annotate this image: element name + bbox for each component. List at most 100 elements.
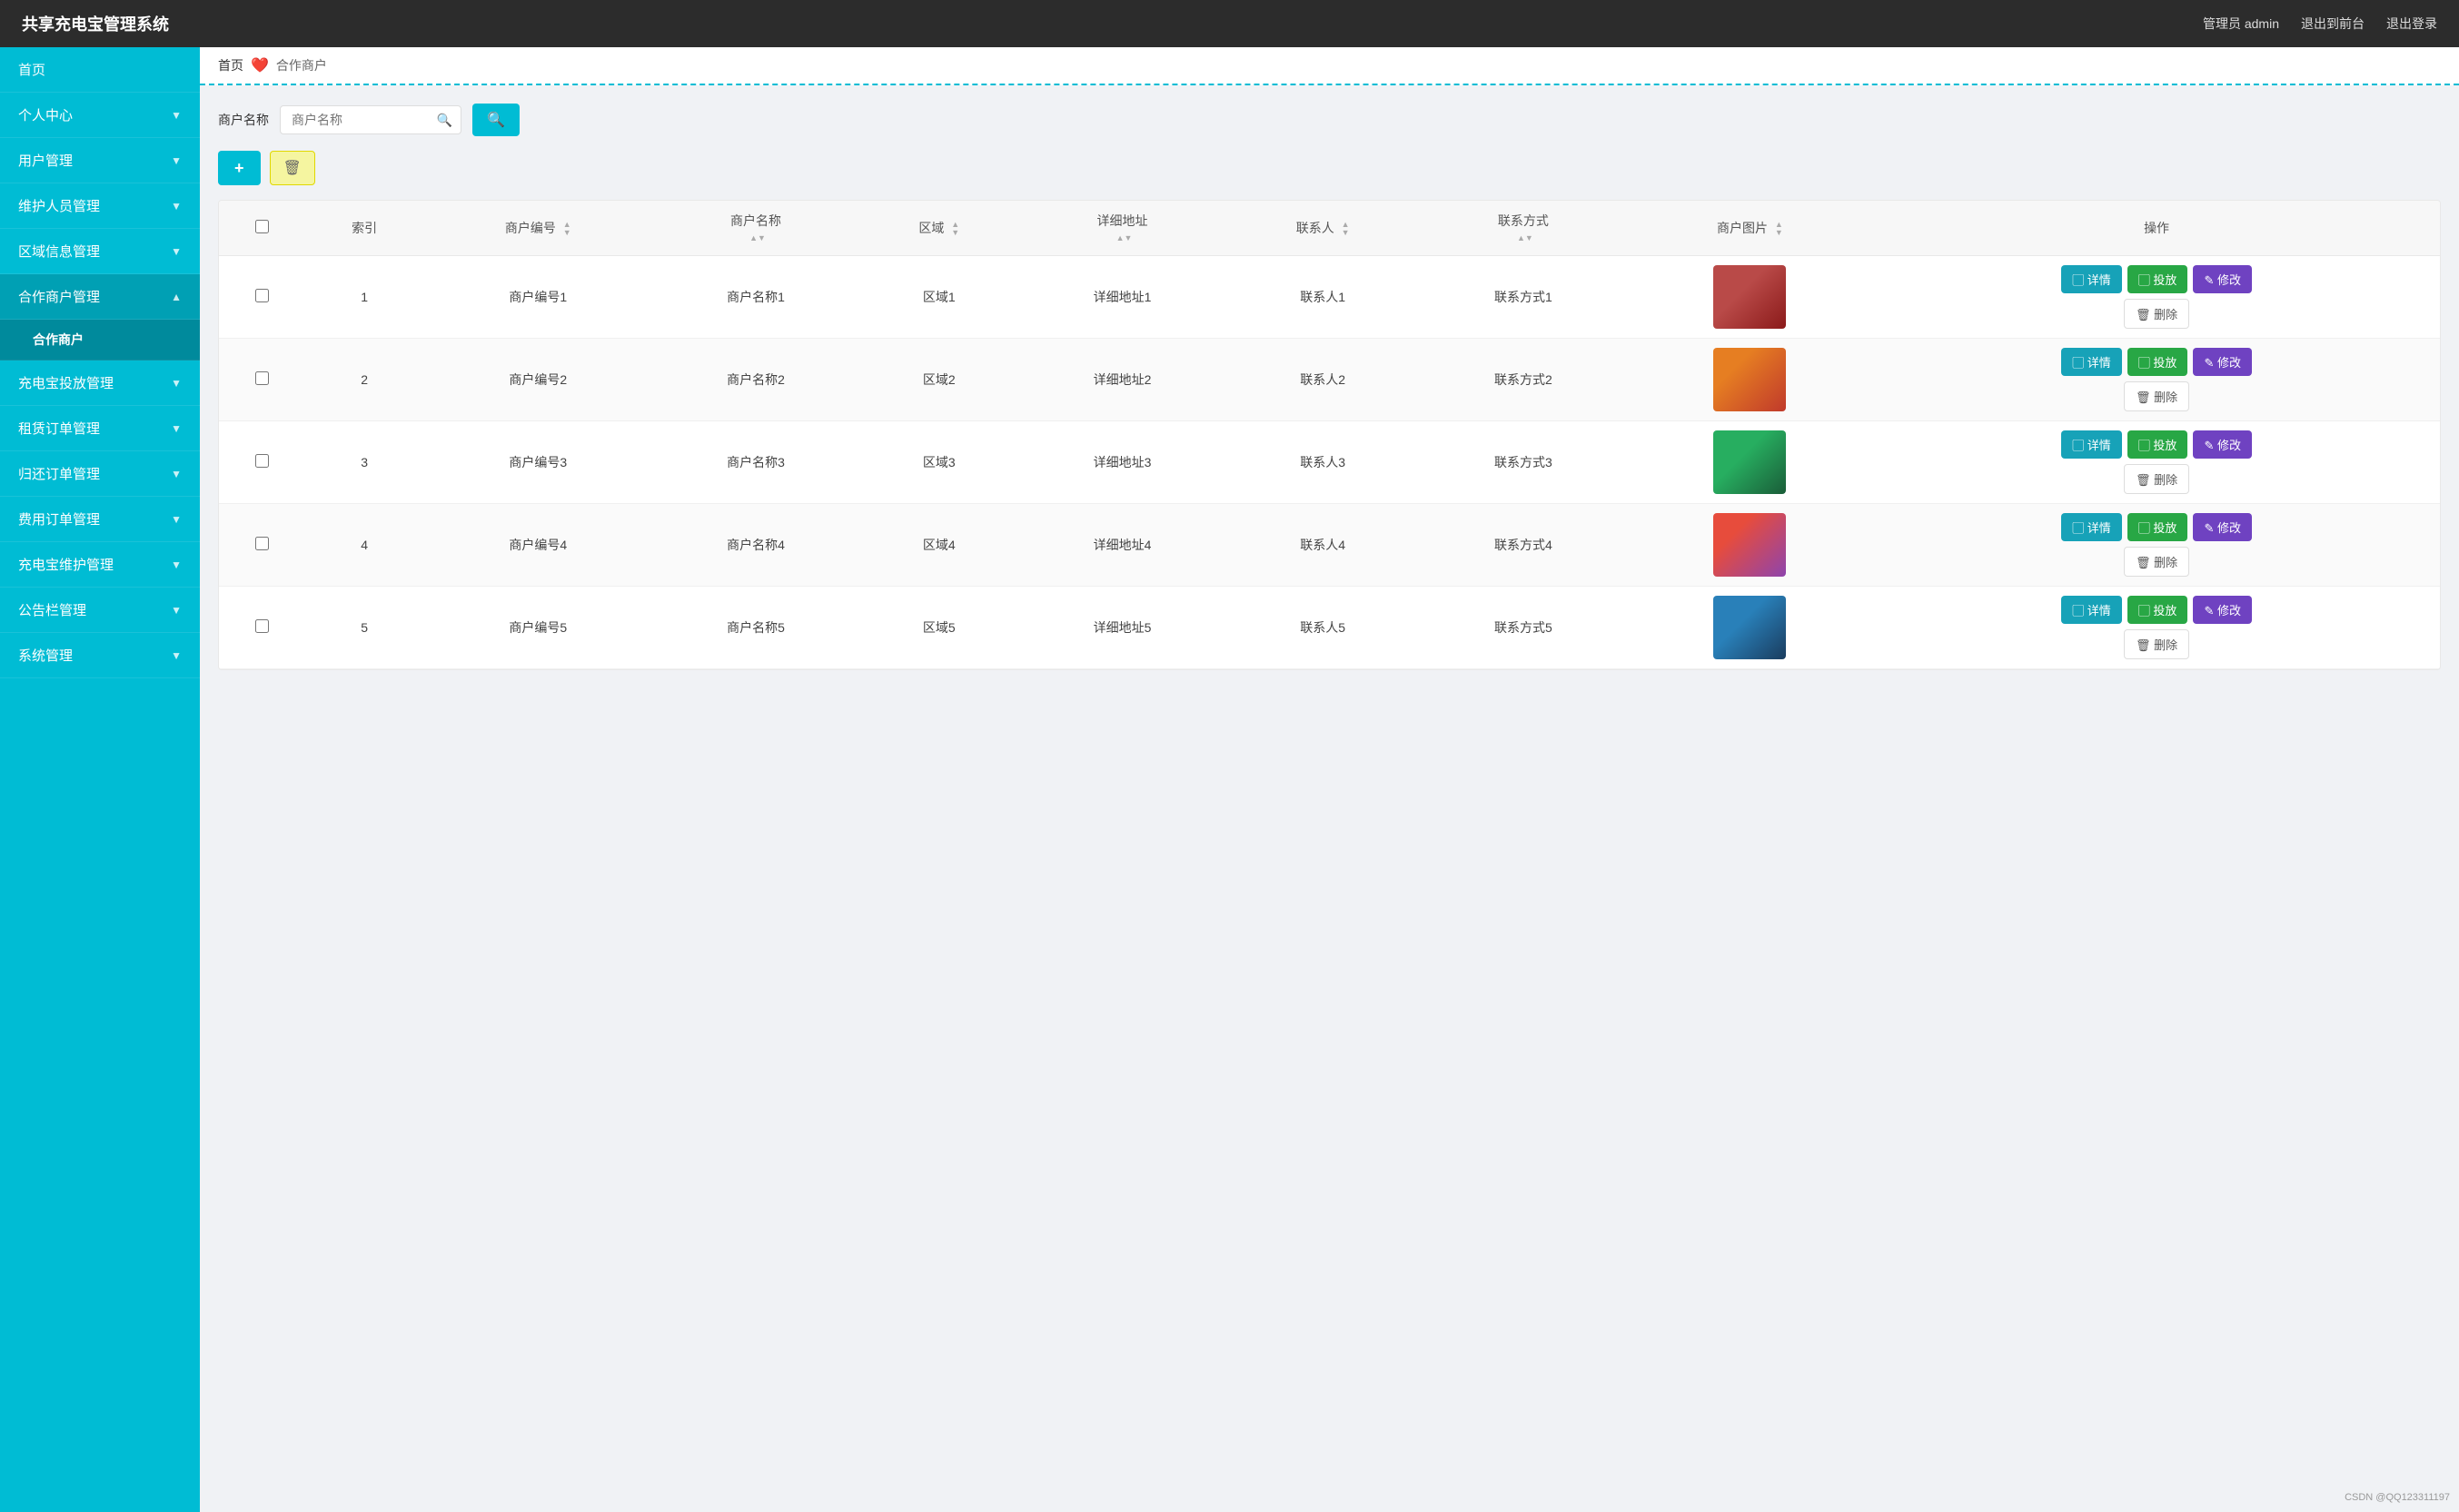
sort-arrows-contact-method: ▲▼ xyxy=(1517,234,1533,242)
breadcrumb: 首页 ❤️ 合作商户 xyxy=(200,47,2459,85)
chevron-down-icon: ▼ xyxy=(171,649,182,662)
sidebar-item-charger-deploy[interactable]: 充电宝投放管理 ▼ xyxy=(0,361,200,406)
col-region[interactable]: 区域 ▲▼ xyxy=(859,201,1019,256)
btn-edit-4[interactable]: ✎ 修改 xyxy=(2193,513,2252,541)
sidebar-item-personal[interactable]: 个人中心 ▼ xyxy=(0,93,200,138)
col-contact[interactable]: 联系人 ▲▼ xyxy=(1225,201,1420,256)
sidebar-item-user-mgmt[interactable]: 用户管理 ▼ xyxy=(0,138,200,183)
action-row-bottom-2: 🗑 删除 xyxy=(2124,381,2189,411)
cell-contact-method: 联系方式1 xyxy=(1420,256,1626,339)
merchant-image-3 xyxy=(1713,430,1786,494)
btn-edit-1[interactable]: ✎ 修改 xyxy=(2193,265,2252,293)
cell-index: 1 xyxy=(305,256,423,339)
btn-logout[interactable]: 退出登录 xyxy=(2386,15,2437,33)
btn-delete-5[interactable]: 🗑 删除 xyxy=(2124,629,2189,659)
select-all-checkbox[interactable] xyxy=(255,220,269,233)
btn-delete-2[interactable]: 🗑 删除 xyxy=(2124,381,2189,411)
sidebar-item-home[interactable]: 首页 xyxy=(0,47,200,93)
cell-index: 3 xyxy=(305,421,423,504)
chevron-down-icon: ▼ xyxy=(171,377,182,390)
sidebar-item-region[interactable]: 区域信息管理 ▼ xyxy=(0,229,200,274)
btn-edit-5[interactable]: ✎ 修改 xyxy=(2193,596,2252,624)
col-merchant-id[interactable]: 商户编号 ▲▼ xyxy=(423,201,652,256)
sidebar-item-notice[interactable]: 公告栏管理 ▼ xyxy=(0,588,200,633)
sidebar-item-maintenance[interactable]: 维护人员管理 ▼ xyxy=(0,183,200,229)
col-image[interactable]: 商户图片 ▲▼ xyxy=(1627,201,1873,256)
btn-deploy-4[interactable]: ▢ 投放 xyxy=(2127,513,2188,541)
cell-contact: 联系人1 xyxy=(1225,256,1420,339)
col-action: 操作 xyxy=(1873,201,2440,256)
breadcrumb-current: 合作商户 xyxy=(276,56,327,74)
btn-edit-2[interactable]: ✎ 修改 xyxy=(2193,348,2252,376)
sidebar-item-system[interactable]: 系统管理 ▼ xyxy=(0,633,200,678)
chevron-down-icon: ▼ xyxy=(171,558,182,571)
cell-merchant-id: 商户编号3 xyxy=(423,421,652,504)
sort-arrows-image: ▲▼ xyxy=(1775,221,1783,237)
btn-delete-1[interactable]: 🗑 删除 xyxy=(2124,299,2189,329)
action-row-top-3: ▢ 详情 ▢ 投放 ✎ 修改 xyxy=(2061,430,2252,459)
sidebar-sub-item-merchant-list[interactable]: 合作商户 xyxy=(0,320,200,361)
merchant-image-5 xyxy=(1713,596,1786,659)
footer-text: CSDN @QQ123311197 xyxy=(2345,1492,2450,1503)
btn-detail-1[interactable]: ▢ 详情 xyxy=(2061,265,2122,293)
btn-frontend[interactable]: 退出到前台 xyxy=(2301,15,2365,33)
user-label: 管理员 admin xyxy=(2203,15,2279,33)
table-row: 5 商户编号5 商户名称5 区域5 详细地址5 联系人5 联系方式5 ▢ 详情 … xyxy=(219,587,2440,669)
row-checkbox-4[interactable] xyxy=(255,537,269,550)
content-area: 商户名称 🔍 🔍 + 🗑 xyxy=(200,85,2459,688)
btn-edit-3[interactable]: ✎ 修改 xyxy=(2193,430,2252,459)
layout: 首页 个人中心 ▼ 用户管理 ▼ 维护人员管理 ▼ 区域信息管理 ▼ 合作商户管… xyxy=(0,47,2459,1512)
btn-detail-5[interactable]: ▢ 详情 xyxy=(2061,596,2122,624)
sidebar-label-charger-deploy: 充电宝投放管理 xyxy=(18,373,114,392)
sidebar-item-charger-maintain[interactable]: 充电宝维护管理 ▼ xyxy=(0,542,200,588)
sidebar-label-maintenance: 维护人员管理 xyxy=(18,196,100,215)
col-merchant-name[interactable]: 商户名称 ▲▼ xyxy=(652,201,858,256)
btn-deploy-1[interactable]: ▢ 投放 xyxy=(2127,265,2188,293)
btn-deploy-2[interactable]: ▢ 投放 xyxy=(2127,348,2188,376)
search-input[interactable] xyxy=(280,105,461,134)
btn-deploy-5[interactable]: ▢ 投放 xyxy=(2127,596,2188,624)
sidebar-item-rental-order[interactable]: 租赁订单管理 ▼ xyxy=(0,406,200,451)
row-checkbox-5[interactable] xyxy=(255,619,269,633)
chevron-down-icon: ▼ xyxy=(171,200,182,212)
action-row-top-2: ▢ 详情 ▢ 投放 ✎ 修改 xyxy=(2061,348,2252,376)
table-row: 1 商户编号1 商户名称1 区域1 详细地址1 联系人1 联系方式1 ▢ 详情 … xyxy=(219,256,2440,339)
cell-region: 区域5 xyxy=(859,587,1019,669)
table-row: 4 商户编号4 商户名称4 区域4 详细地址4 联系人4 联系方式4 ▢ 详情 … xyxy=(219,504,2440,587)
btn-detail-2[interactable]: ▢ 详情 xyxy=(2061,348,2122,376)
btn-delete-3[interactable]: 🗑 删除 xyxy=(2124,464,2189,494)
sidebar-item-return-order[interactable]: 归还订单管理 ▼ xyxy=(0,451,200,497)
col-contact-method[interactable]: 联系方式 ▲▼ xyxy=(1420,201,1626,256)
batch-delete-button[interactable]: 🗑 xyxy=(270,151,315,185)
action-group-2: ▢ 详情 ▢ 投放 ✎ 修改 🗑 删除 xyxy=(1882,348,2431,411)
row-checkbox-3[interactable] xyxy=(255,454,269,468)
chevron-down-icon: ▼ xyxy=(171,154,182,167)
cell-image xyxy=(1627,421,1873,504)
sidebar-label-fee-order: 费用订单管理 xyxy=(18,509,100,529)
sidebar-label-rental-order: 租赁订单管理 xyxy=(18,419,100,438)
sidebar-label-notice: 公告栏管理 xyxy=(18,600,86,619)
row-checkbox-2[interactable] xyxy=(255,371,269,385)
add-button[interactable]: + xyxy=(218,151,261,185)
action-group-1: ▢ 详情 ▢ 投放 ✎ 修改 🗑 删除 xyxy=(1882,265,2431,329)
breadcrumb-home[interactable]: 首页 xyxy=(218,56,243,74)
cell-image xyxy=(1627,504,1873,587)
cell-action: ▢ 详情 ▢ 投放 ✎ 修改 🗑 删除 xyxy=(1873,587,2440,669)
btn-delete-4[interactable]: 🗑 删除 xyxy=(2124,547,2189,577)
btn-deploy-3[interactable]: ▢ 投放 xyxy=(2127,430,2188,459)
cell-checkbox xyxy=(219,339,305,421)
action-row-top-1: ▢ 详情 ▢ 投放 ✎ 修改 xyxy=(2061,265,2252,293)
sort-arrows-merchant-id: ▲▼ xyxy=(563,221,571,237)
sidebar-label-system: 系统管理 xyxy=(18,646,73,665)
sidebar-label-region: 区域信息管理 xyxy=(18,242,100,261)
sidebar-item-merchant[interactable]: 合作商户管理 ▲ xyxy=(0,274,200,320)
search-button[interactable]: 🔍 xyxy=(472,104,520,136)
sidebar-item-fee-order[interactable]: 费用订单管理 ▼ xyxy=(0,497,200,542)
col-address[interactable]: 详细地址 ▲▼ xyxy=(1019,201,1225,256)
btn-detail-4[interactable]: ▢ 详情 xyxy=(2061,513,2122,541)
btn-detail-3[interactable]: ▢ 详情 xyxy=(2061,430,2122,459)
cell-index: 4 xyxy=(305,504,423,587)
row-checkbox-1[interactable] xyxy=(255,289,269,302)
table-row: 3 商户编号3 商户名称3 区域3 详细地址3 联系人3 联系方式3 ▢ 详情 … xyxy=(219,421,2440,504)
sort-arrows-region: ▲▼ xyxy=(951,221,959,237)
